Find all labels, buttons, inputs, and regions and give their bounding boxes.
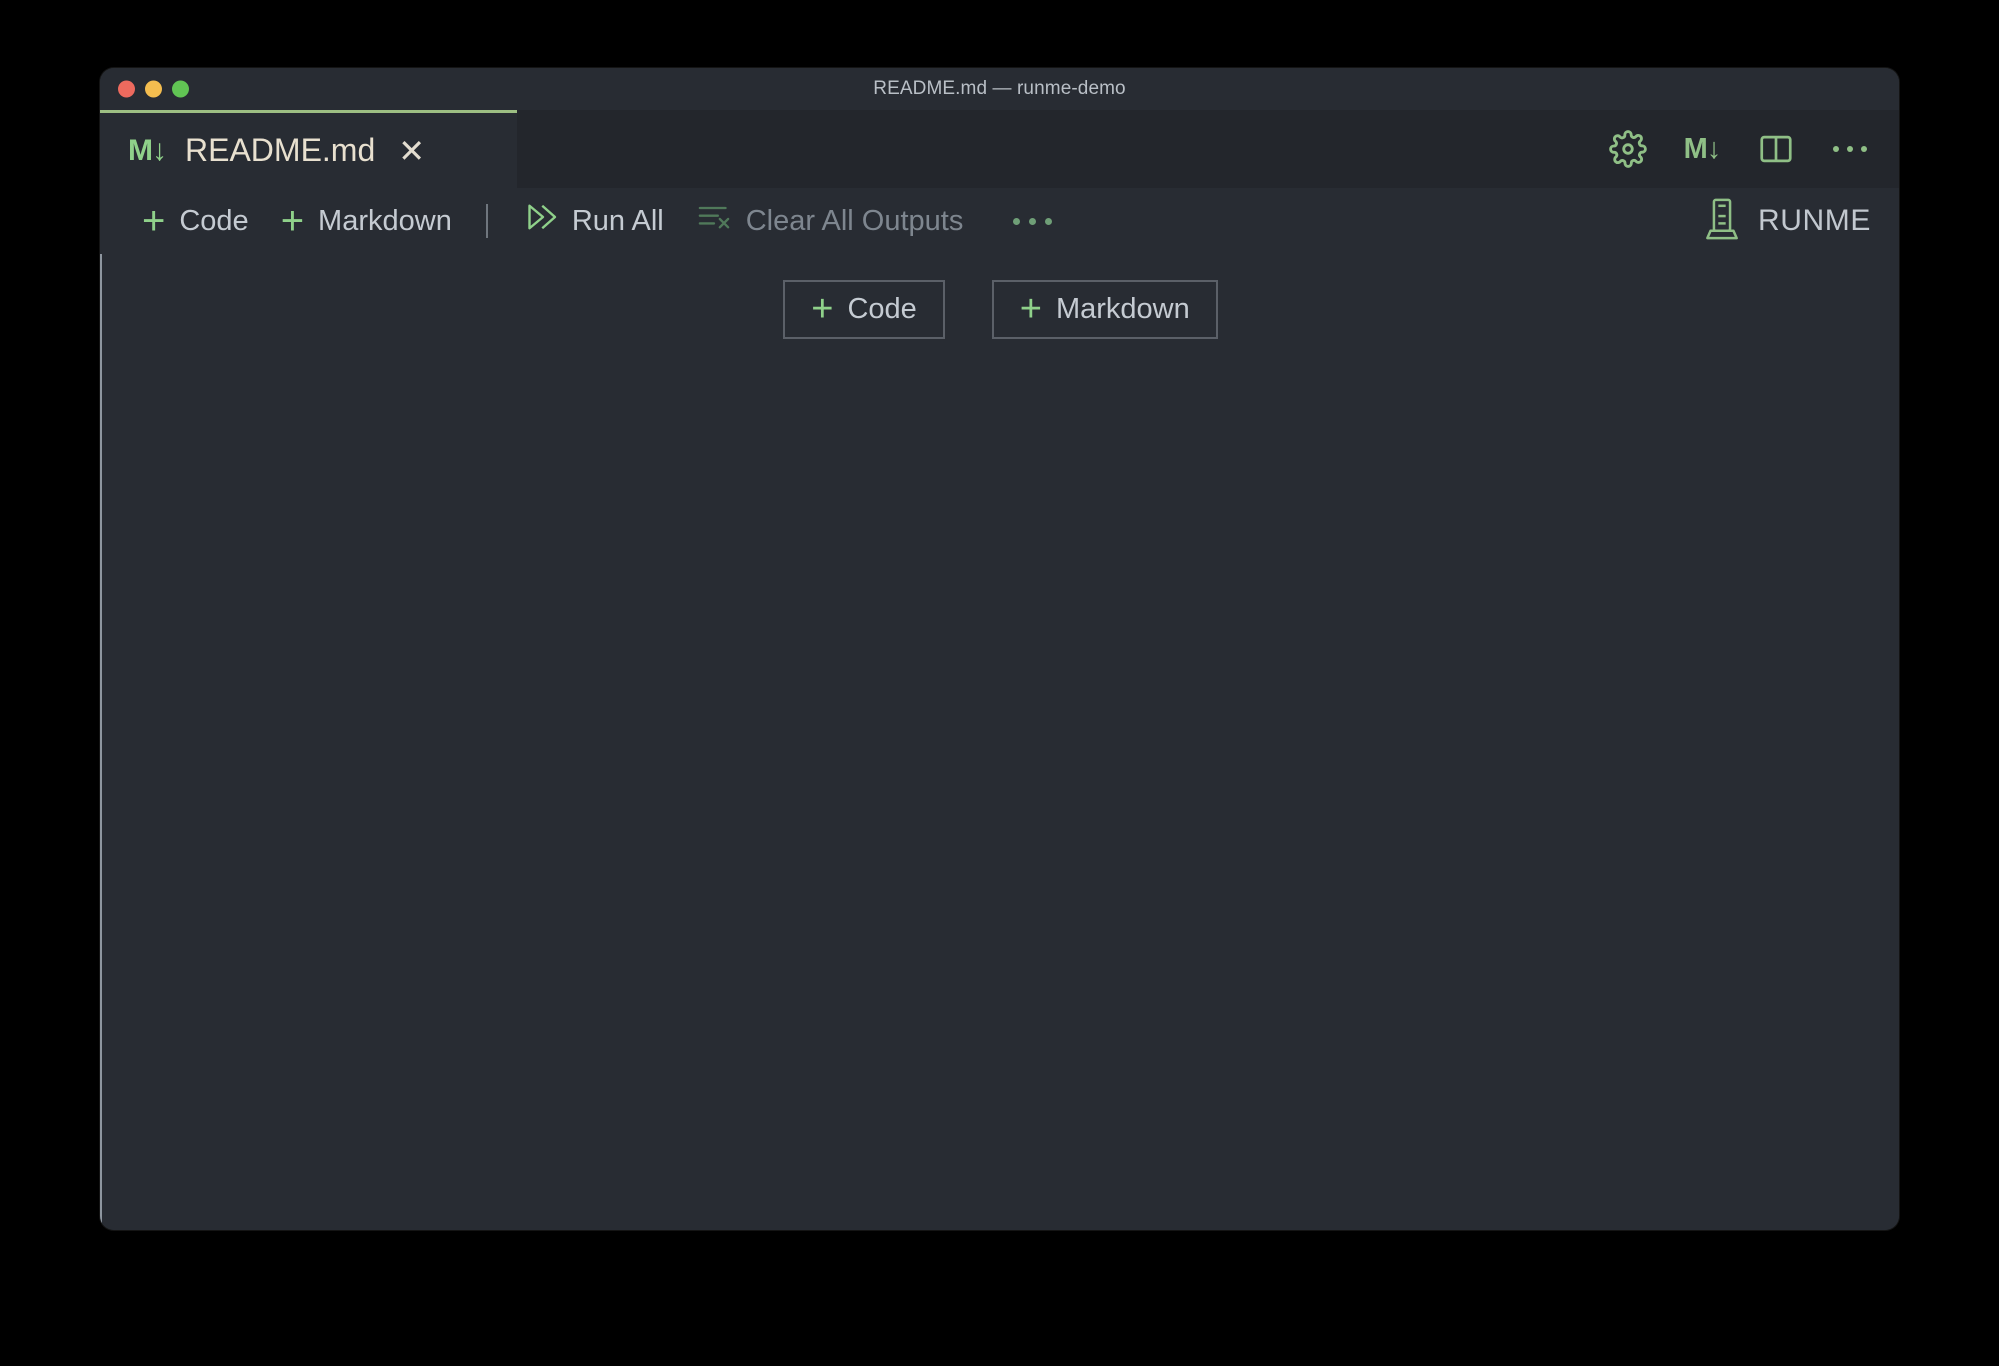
add-code-cell-label: Code bbox=[179, 204, 249, 237]
run-all-label: Run All bbox=[571, 204, 664, 237]
split-editor-icon[interactable] bbox=[1753, 126, 1799, 172]
toolbar-divider bbox=[485, 204, 488, 238]
add-code-cell-button[interactable]: + Code bbox=[126, 201, 265, 242]
notebook-body: + Code + Markdown bbox=[100, 254, 1899, 1230]
markdown-preview-icon[interactable]: M↓ bbox=[1679, 126, 1725, 172]
maximize-window-button[interactable] bbox=[172, 80, 189, 98]
markdown-icon: M↓ bbox=[128, 133, 167, 167]
add-markdown-cell-label: Markdown bbox=[318, 204, 452, 237]
tab-bar: M↓ README.md ✕ M↓ bbox=[100, 110, 1899, 188]
body-add-code-cell-button[interactable]: + Code bbox=[783, 280, 945, 339]
close-window-button[interactable] bbox=[118, 80, 135, 98]
minimize-window-button[interactable] bbox=[145, 80, 162, 98]
editor-window: README.md — runme-demo M↓ README.md ✕ M↓ bbox=[100, 68, 1899, 1230]
window-title: README.md — runme-demo bbox=[873, 78, 1126, 99]
kernel-selector[interactable]: RUNME bbox=[1702, 197, 1871, 246]
plus-icon: + bbox=[1019, 288, 1042, 331]
more-actions-icon[interactable] bbox=[1827, 126, 1873, 172]
notebook-toolbar: + Code + Markdown Run All Clear All Outp… bbox=[100, 188, 1899, 254]
plus-icon: + bbox=[280, 199, 305, 243]
tab-label: README.md bbox=[185, 132, 376, 168]
tab-readme-md[interactable]: M↓ README.md ✕ bbox=[100, 110, 517, 188]
clear-all-outputs-button[interactable]: Clear All Outputs bbox=[680, 198, 980, 244]
server-icon bbox=[1702, 197, 1742, 246]
run-all-button[interactable]: Run All bbox=[506, 195, 680, 247]
markdown-preview-glyph: M↓ bbox=[1683, 132, 1722, 165]
ellipsis-glyph bbox=[1833, 146, 1867, 152]
gear-icon[interactable] bbox=[1605, 126, 1651, 172]
body-add-code-cell-label: Code bbox=[847, 293, 917, 325]
title-bar: README.md — runme-demo bbox=[100, 68, 1899, 110]
body-add-markdown-cell-button[interactable]: + Markdown bbox=[991, 280, 1218, 339]
body-add-markdown-cell-label: Markdown bbox=[1055, 293, 1190, 325]
clear-all-outputs-icon bbox=[696, 202, 732, 240]
clear-all-outputs-label: Clear All Outputs bbox=[745, 204, 964, 237]
traffic-lights bbox=[118, 80, 189, 98]
plus-icon: + bbox=[811, 288, 834, 331]
plus-icon: + bbox=[142, 199, 166, 243]
close-icon[interactable]: ✕ bbox=[398, 135, 425, 167]
add-markdown-cell-button[interactable]: + Markdown bbox=[265, 201, 468, 242]
run-all-icon bbox=[522, 199, 558, 243]
tab-bar-actions: M↓ bbox=[1605, 110, 1873, 188]
kernel-label: RUNME bbox=[1758, 204, 1871, 237]
toolbar-more-actions-button[interactable] bbox=[1005, 208, 1060, 235]
empty-notebook-cell-adders: + Code + Markdown bbox=[102, 254, 1899, 339]
